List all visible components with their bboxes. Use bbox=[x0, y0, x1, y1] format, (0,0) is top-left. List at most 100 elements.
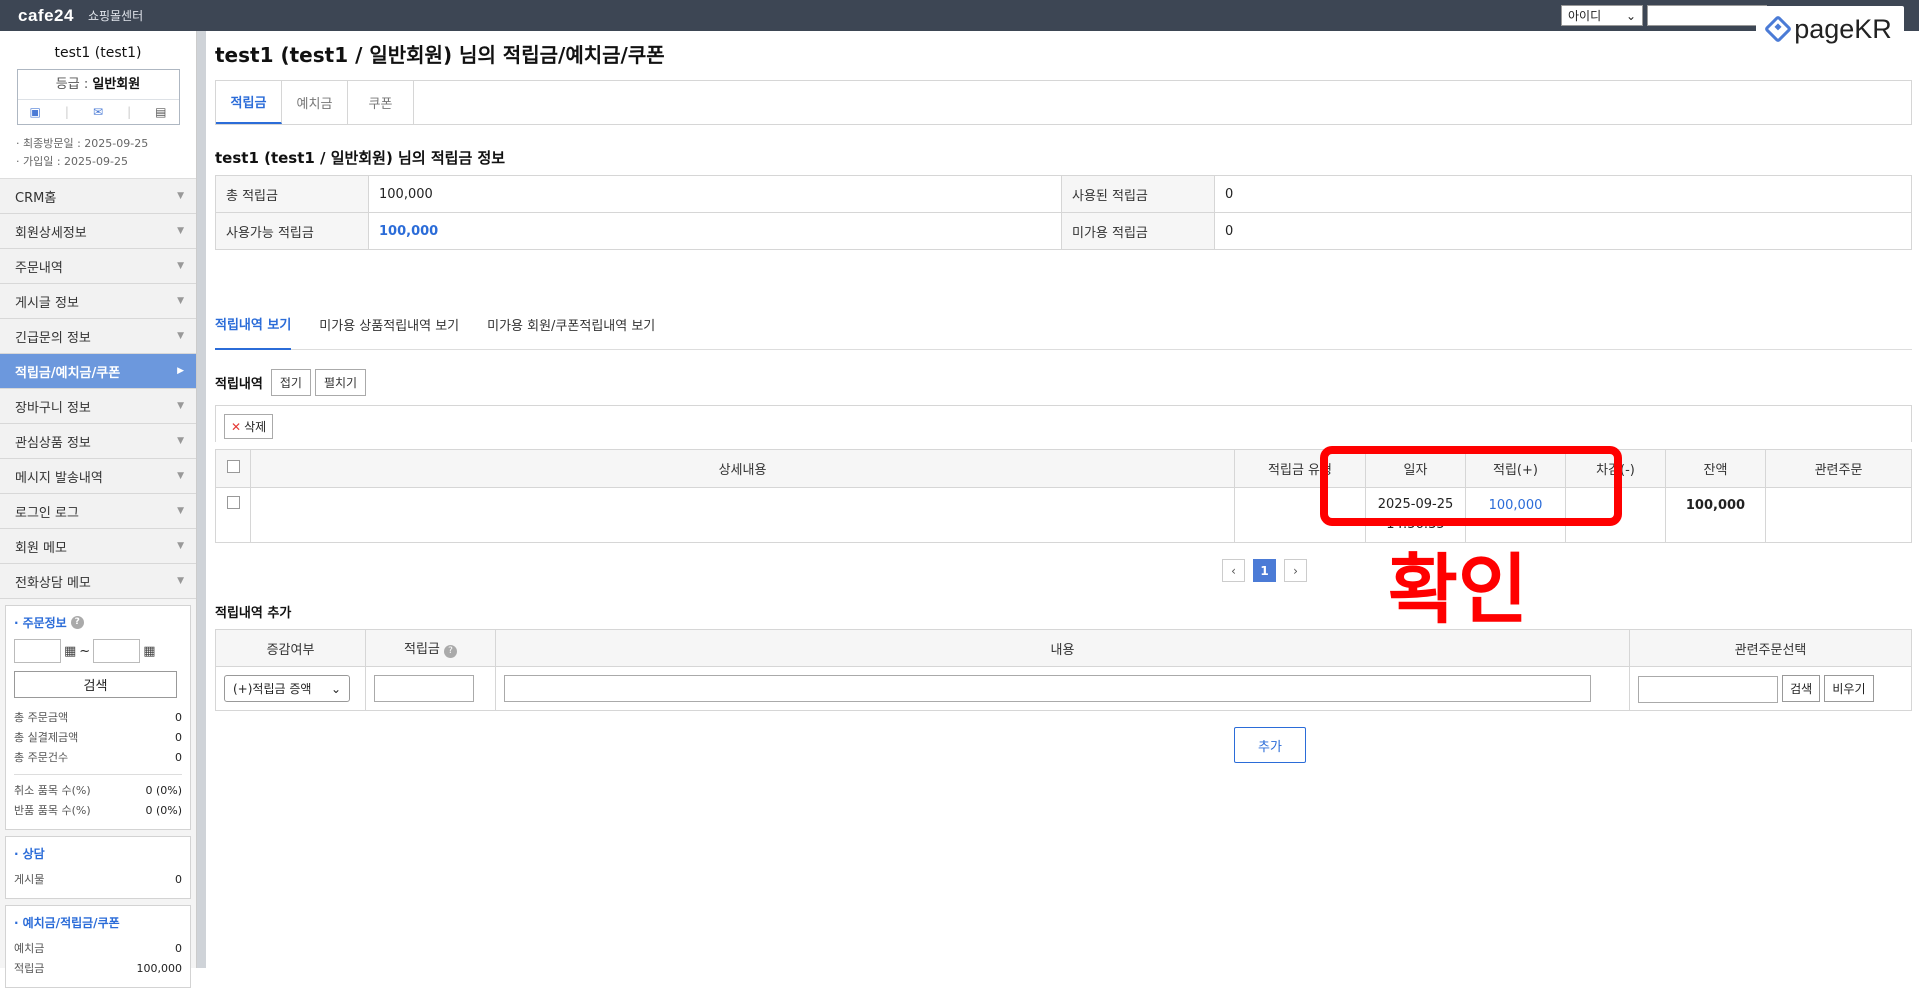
stat-key: 반품 품목 수(%) bbox=[14, 804, 91, 817]
search-input[interactable] bbox=[1647, 5, 1767, 26]
cafe24-logo[interactable]: cafe24 bbox=[18, 6, 74, 26]
sidebar-item-messages[interactable]: 메시지 발송내역 ▼ bbox=[0, 459, 196, 494]
stat-row: 게시물 0 bbox=[14, 870, 182, 890]
page-button-current[interactable]: 1 bbox=[1253, 559, 1276, 582]
tab-coupon[interactable]: 쿠폰 bbox=[348, 81, 414, 124]
chevron-down-icon: ⌄ bbox=[330, 681, 341, 696]
total-points-label: 총 적립금 bbox=[215, 175, 369, 213]
stat-row: 적립금 100,000 bbox=[14, 959, 182, 979]
chevron-down-icon: ▼ bbox=[177, 261, 184, 271]
row-checkbox-cell bbox=[215, 487, 251, 543]
prev-page-button[interactable]: ‹ bbox=[1222, 559, 1245, 582]
collapse-button[interactable]: 접기 bbox=[270, 369, 311, 396]
joined-date: · 가입일 : 2025-09-25 bbox=[16, 155, 128, 168]
select-all-cell bbox=[215, 449, 251, 488]
stat-row: 총 주문금액 0 bbox=[14, 708, 182, 728]
sidebar-item-member-memo[interactable]: 회원 메모 ▼ bbox=[0, 529, 196, 564]
calendar-icon[interactable]: ▦ bbox=[64, 644, 76, 659]
chevron-down-icon: ▼ bbox=[177, 226, 184, 236]
history-header: 적립내역 접기 펼치기 bbox=[215, 369, 367, 396]
sidebar-item-urgent-inquiry[interactable]: 긴급문의 정보 ▼ bbox=[0, 319, 196, 354]
memo-icon[interactable]: ▤ bbox=[155, 105, 166, 119]
delete-label: 삭제 bbox=[244, 420, 267, 434]
unavailable-points-label: 미가용 적립금 bbox=[1061, 212, 1215, 250]
stat-row: 취소 품목 수(%) 0 (0%) bbox=[14, 781, 182, 801]
start-date-input[interactable] bbox=[14, 639, 61, 663]
related-order-clear-button[interactable]: 비우기 bbox=[1824, 674, 1874, 702]
stat-value: 0 bbox=[175, 942, 182, 955]
row-checkbox[interactable] bbox=[226, 496, 240, 509]
menu-label: CRM홈 bbox=[15, 190, 57, 206]
grade-value: 일반회원 bbox=[92, 77, 141, 92]
content-input[interactable] bbox=[504, 675, 1591, 702]
annotation-confirm-text: 확인 bbox=[1388, 545, 1528, 634]
shopping-mall-center-label[interactable]: 쇼핑몰센터 bbox=[88, 7, 143, 24]
tab-deposit[interactable]: 예치금 bbox=[282, 81, 348, 124]
stat-key: 예치금 bbox=[14, 942, 45, 955]
sidebar-menu: CRM홈 ▼ 회원상세정보 ▼ 주문내역 ▼ 게시글 정보 ▼ 긴급문의 정보 ▼ 적립금… bbox=[0, 179, 196, 599]
sidebar-item-points[interactable]: 적립금/예치금/쿠폰 ▶ bbox=[0, 354, 196, 389]
related-order-cell bbox=[1765, 487, 1912, 543]
col-related-order-select: 관련주문선택 bbox=[1629, 629, 1912, 667]
delete-button[interactable]: ✕ 삭제 bbox=[224, 414, 274, 439]
stat-value: 0 bbox=[175, 731, 182, 744]
pagination: ‹ 1 › bbox=[1222, 559, 1307, 582]
balance-cell: 100,000 bbox=[1665, 487, 1766, 543]
increase-type-select[interactable]: (+)적립금 증액 ⌄ bbox=[224, 675, 350, 702]
tab-unavailable-product[interactable]: 미가용 상품적립내역 보기 bbox=[319, 315, 459, 334]
stat-key: 총 실결제금액 bbox=[14, 731, 79, 744]
sidebar-item-wishlist[interactable]: 관심상품 정보 ▼ bbox=[0, 424, 196, 459]
member-dates: · 최종방문일 : 2025-09-25 · 가입일 : 2025-09-25 bbox=[0, 135, 196, 171]
add-button[interactable]: 추가 bbox=[1234, 727, 1306, 763]
sidebar-scrollbar[interactable] bbox=[197, 31, 206, 968]
grade-box: 등급 : 일반회원 ▣ | ✉ | ▤ bbox=[16, 69, 180, 125]
chevron-down-icon: ▼ bbox=[177, 506, 184, 516]
history-label: 적립내역 bbox=[215, 377, 263, 392]
chevron-down-icon: ▼ bbox=[177, 331, 184, 341]
menu-label: 긴급문의 정보 bbox=[15, 330, 91, 346]
sidebar-item-member-detail[interactable]: 회원상세정보 ▼ bbox=[0, 214, 196, 249]
sidebar-item-login-log[interactable]: 로그인 로그 ▼ bbox=[0, 494, 196, 529]
id-select[interactable]: 아이디 ⌄ bbox=[1561, 5, 1643, 26]
expand-button[interactable]: 펼치기 bbox=[314, 369, 367, 396]
related-order-search-button[interactable]: 검색 bbox=[1782, 674, 1821, 702]
unavailable-points-value: 0 bbox=[1214, 212, 1912, 250]
related-order-input[interactable] bbox=[1638, 675, 1778, 703]
grade: 등급 : 일반회원 bbox=[17, 70, 179, 100]
mail-icon[interactable]: ✉ bbox=[93, 105, 103, 119]
tab-unavailable-member-coupon[interactable]: 미가용 회원/쿠폰적립내역 보기 bbox=[487, 315, 655, 334]
last-visit: · 최종방문일 : 2025-09-25 bbox=[16, 137, 149, 150]
stat-value: 100,000 bbox=[136, 962, 183, 975]
sidebar-item-call-memo[interactable]: 전화상담 메모 ▼ bbox=[0, 564, 196, 599]
tab-points[interactable]: 적립금 bbox=[216, 81, 282, 124]
sidebar-item-cart[interactable]: 장바구니 정보 ▼ bbox=[0, 389, 196, 424]
tilde: ~ bbox=[79, 643, 91, 659]
next-page-button[interactable]: › bbox=[1284, 559, 1307, 582]
chevron-down-icon: ▼ bbox=[177, 471, 184, 481]
menu-label: 적립금/예치금/쿠폰 bbox=[15, 365, 121, 381]
calendar-icon[interactable]: ▦ bbox=[143, 644, 155, 659]
help-icon[interactable]: ? bbox=[70, 616, 84, 629]
points-input[interactable] bbox=[374, 675, 474, 702]
tab-history[interactable]: 적립내역 보기 bbox=[215, 299, 292, 350]
chevron-down-icon: ▼ bbox=[177, 191, 184, 201]
end-date-input[interactable] bbox=[93, 639, 141, 663]
panel-title: · 상담 bbox=[14, 846, 45, 862]
stat-row: 반품 품목 수(%) 0 (0%) bbox=[14, 801, 182, 821]
select-all-checkbox[interactable] bbox=[226, 460, 240, 473]
available-points-value: 100,000 bbox=[368, 212, 1062, 250]
used-points-label: 사용된 적립금 bbox=[1061, 175, 1215, 213]
help-icon[interactable]: ? bbox=[444, 645, 458, 658]
member-profile: test1 (test1) 등급 : 일반회원 ▣ | ✉ | ▤ · 최종방문… bbox=[0, 31, 196, 179]
sidebar-item-crm-home[interactable]: CRM홈 ▼ bbox=[0, 179, 196, 214]
history-tabs: 적립내역 보기 미가용 상품적립내역 보기 미가용 회원/쿠폰적립내역 보기 bbox=[215, 299, 1912, 350]
menu-label: 회원 메모 bbox=[15, 540, 67, 556]
member-name: test1 (test1) bbox=[54, 45, 142, 61]
order-search-button[interactable]: 검색 bbox=[14, 671, 177, 698]
sidebar-item-orders[interactable]: 주문내역 ▼ bbox=[0, 249, 196, 284]
sms-icon[interactable]: ▣ bbox=[30, 105, 41, 119]
menu-label: 게시글 정보 bbox=[15, 295, 79, 311]
sidebar-item-posts[interactable]: 게시글 정보 ▼ bbox=[0, 284, 196, 319]
stat-value: 0 bbox=[175, 751, 182, 764]
